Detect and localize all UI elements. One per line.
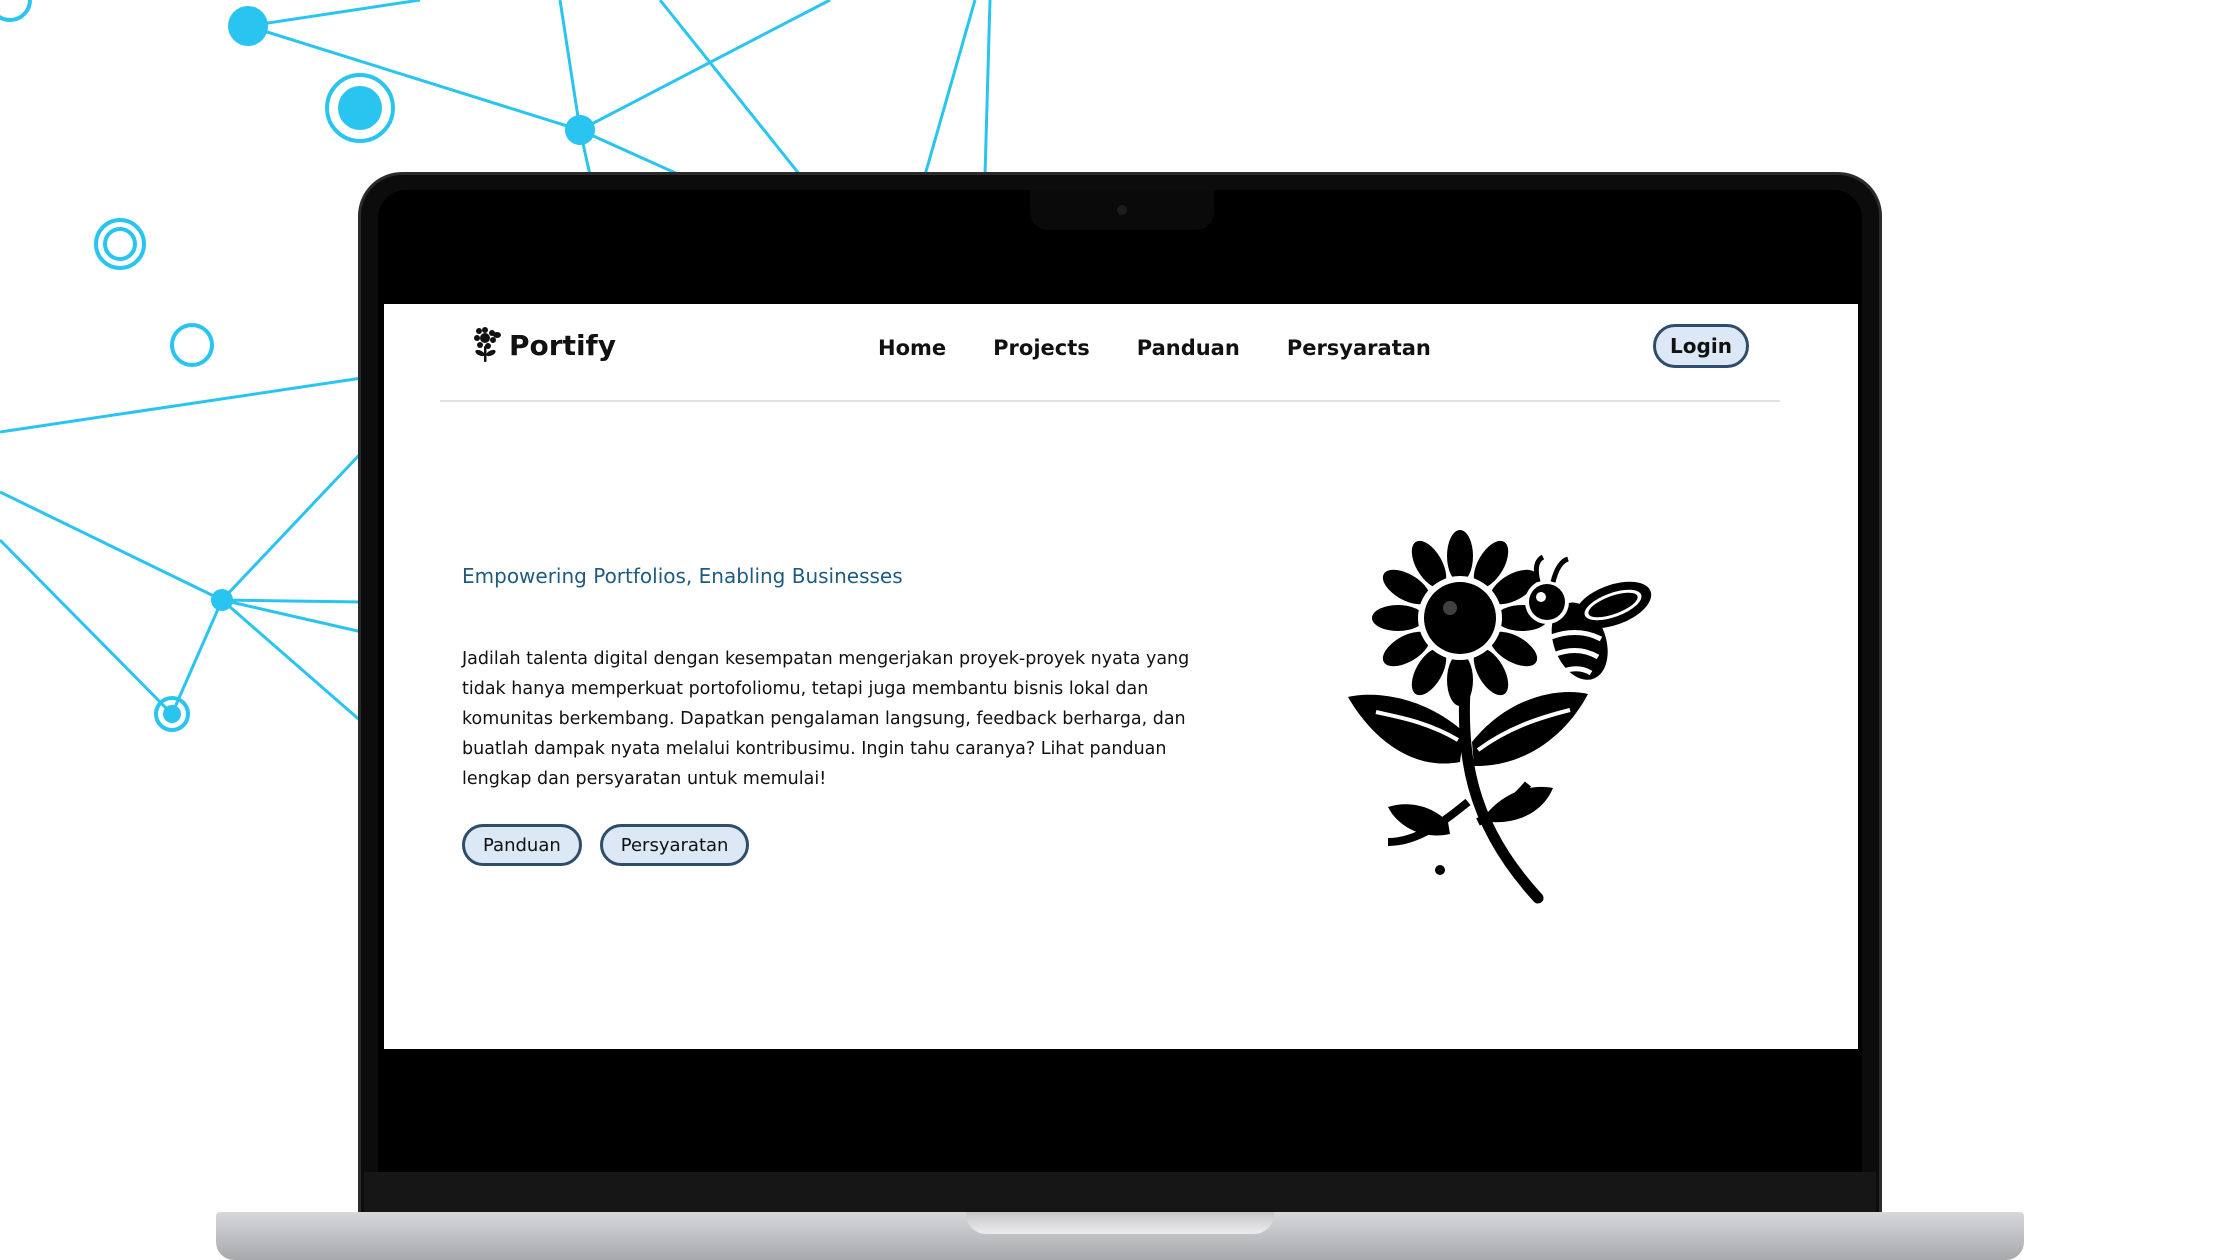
brand-logo[interactable]: Portify [473,326,616,364]
login-button[interactable]: Login [1653,324,1749,368]
sunflower-bee-icon [1348,530,1652,904]
hero-tagline: Empowering Portfolios, Enabling Business… [462,564,903,588]
camera-icon [1117,205,1127,215]
laptop-hinge [364,1172,1876,1212]
hero-description: Jadilah talenta digital dengan kesempata… [462,649,1190,789]
flower-bee-icon [474,327,501,362]
nav-links: Home Projects Panduan Persyaratan [878,336,1478,360]
laptop-base-groove [966,1212,1274,1234]
persyaratan-button[interactable]: Persyaratan [599,824,750,866]
nav-panduan[interactable]: Panduan [1137,336,1240,360]
panduan-button[interactable]: Panduan [462,824,582,866]
nav-persyaratan[interactable]: Persyaratan [1287,336,1431,360]
brand-name: Portify [509,328,616,362]
laptop-screen: Portify Home Projects Panduan Persyarata… [384,304,1858,1049]
navbar: Portify Home Projects Panduan Persyarata… [440,304,1780,402]
nav-projects[interactable]: Projects [993,336,1090,360]
hero-buttons: Panduan Persyaratan [462,824,750,866]
nav-home[interactable]: Home [878,336,946,360]
